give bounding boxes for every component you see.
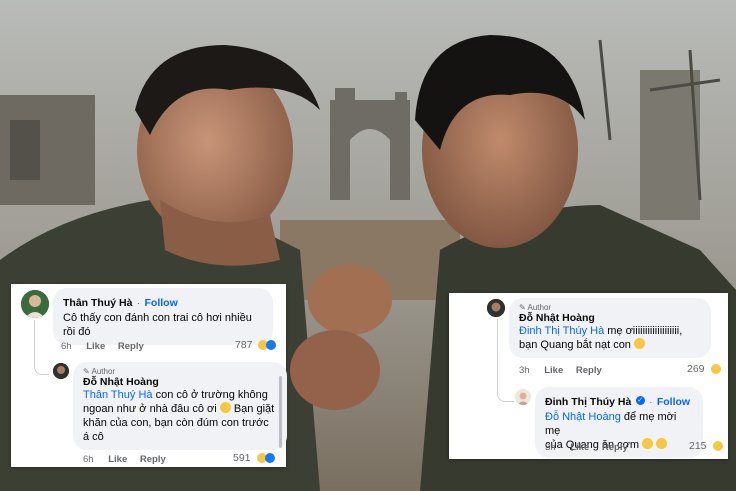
reaction-summary[interactable]: 787 [235,339,285,353]
reply-button[interactable]: Reply [118,341,144,352]
reply-actions: 6h Like Reply [83,454,166,465]
reply-time[interactable]: 3h [545,442,556,453]
reply-button[interactable]: Reply [140,454,166,465]
like-reaction-icon [265,453,275,463]
verified-badge-icon: ✓ [635,396,645,406]
commenter-name[interactable]: Đỗ Nhật Hoàng [519,312,701,324]
like-button[interactable]: Like [108,454,127,465]
scrollbar[interactable] [279,376,282,448]
emoji-icon [656,438,668,449]
pencil-icon: ✎ [519,303,526,312]
avatar-image-icon [53,363,69,379]
follow-button[interactable]: Follow [657,396,690,408]
reply-actions: 3h Like Reply [545,442,628,453]
reply-thread-line [34,320,49,375]
author-tag: ✎ Author [519,303,552,312]
reply-text: Thân Thuý Hà con cô ở trường không ngoan… [83,389,275,443]
like-button[interactable]: Like [86,341,105,352]
reply-bubble: ✎ Author Đỗ Nhật Hoàng Thân Thuý Hà con … [73,362,287,450]
commenter-name[interactable]: Đinh Thị Thúy Hà [545,396,631,408]
reaction-summary[interactable]: 269 [687,363,727,377]
separator-dot: · [136,298,141,309]
emoji-icon [642,438,654,449]
mention-link[interactable]: Đỗ Nhật Hoàng [545,411,621,423]
separator-dot: · [649,397,653,408]
left-comment-card: Thân Thuý Hà · Follow Cô thấy con đánh c… [11,284,287,467]
comment-actions: 6h Like Reply [61,341,144,352]
reply-button[interactable]: Reply [602,442,628,453]
reaction-count: 787 [235,339,253,351]
commenter-name[interactable]: Đỗ Nhật Hoàng [83,376,277,388]
reaction-count: 269 [687,363,705,375]
comment-text: Cô thấy con đánh con trai cô hơi nhiều r… [63,312,252,338]
comment-text: Đinh Thị Thúy Hà mẹ ơiiiiiiiiiiiiiiiiiii… [519,325,683,351]
like-button[interactable]: Like [570,442,589,453]
haha-reaction-icon [711,364,721,374]
avatar-dinh-thi-thuy-ha[interactable] [515,389,531,405]
avatar-do-nhat-hoang[interactable] [53,363,69,379]
comment-time[interactable]: 6h [61,341,72,352]
emoji-icon [219,402,231,413]
reply-time[interactable]: 6h [83,454,94,465]
like-reaction-icon [266,340,276,350]
avatar-do-nhat-hoang[interactable] [487,299,505,317]
follow-button[interactable]: Follow [145,297,178,309]
pencil-icon: ✎ [83,367,90,376]
right-comment-card: ✎ Author Đỗ Nhật Hoàng Đinh Thị Thúy Hà … [449,293,728,459]
reaction-count: 591 [233,452,251,464]
reaction-summary[interactable]: 591 [233,452,283,466]
avatar-image-icon [21,290,49,318]
avatar-than-thuy-ha[interactable] [21,290,49,318]
reply-thread-line [497,319,514,402]
comment-bubble: Thân Thuý Hà · Follow Cô thấy con đánh c… [53,288,273,345]
emoji-icon [634,338,645,349]
comment-actions: 3h Like Reply [519,365,602,376]
reaction-summary[interactable]: 215 [689,440,727,454]
mention-link[interactable]: Đinh Thị Thúy Hà [519,325,604,337]
commenter-name[interactable]: Thân Thuý Hà [63,297,132,309]
reply-button[interactable]: Reply [576,365,602,376]
comment-time[interactable]: 3h [519,365,530,376]
comment-bubble: ✎ Author Đỗ Nhật Hoàng Đinh Thị Thúy Hà … [509,298,711,358]
like-button[interactable]: Like [544,365,563,376]
avatar-image-icon [487,299,505,317]
haha-reaction-icon [713,441,723,451]
mention-link[interactable]: Thân Thuý Hà [83,389,153,401]
author-tag: ✎ Author [83,367,116,376]
avatar-image-icon [515,389,531,405]
reaction-count: 215 [689,440,707,452]
